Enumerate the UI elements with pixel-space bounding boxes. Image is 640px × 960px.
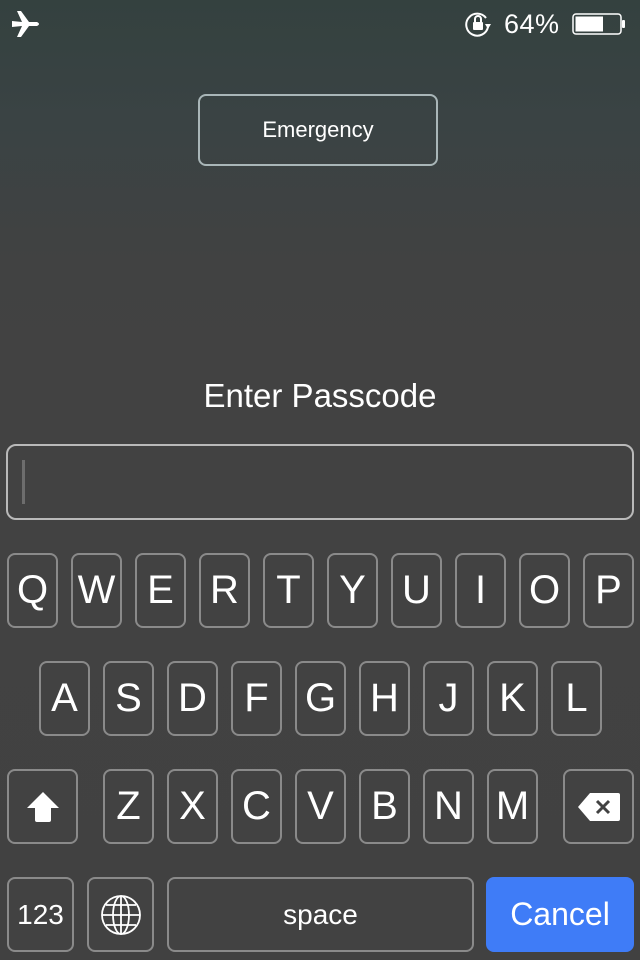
key-o-label: O xyxy=(528,568,561,612)
key-c[interactable]: C xyxy=(231,769,282,844)
passcode-input[interactable] xyxy=(6,444,634,520)
key-n-label: N xyxy=(434,784,463,828)
rotation-lock-icon xyxy=(465,12,491,37)
key-l-label: L xyxy=(565,676,588,720)
battery-percentage: 64% xyxy=(504,9,560,39)
key-e[interactable]: E xyxy=(135,553,186,628)
numbers-key[interactable]: 123 xyxy=(7,877,74,952)
key-z-label: Z xyxy=(116,784,141,828)
cancel-button[interactable]: Cancel xyxy=(486,877,634,952)
key-o[interactable]: O xyxy=(519,553,570,628)
key-t-label: T xyxy=(276,568,301,612)
battery-icon xyxy=(572,13,625,35)
key-u[interactable]: U xyxy=(391,553,442,628)
key-d-label: D xyxy=(178,676,207,720)
key-j[interactable]: J xyxy=(423,661,474,736)
shift-key[interactable] xyxy=(7,769,78,844)
key-q-label: Q xyxy=(16,568,49,612)
space-key-label: space xyxy=(283,898,358,930)
key-t[interactable]: T xyxy=(263,553,314,628)
airplane-icon xyxy=(12,11,39,37)
key-f-label: F xyxy=(244,676,269,720)
key-u-label: U xyxy=(402,568,431,612)
key-p-label: P xyxy=(595,568,622,612)
key-a[interactable]: A xyxy=(39,661,90,736)
globe-key[interactable] xyxy=(87,877,154,952)
key-k-label: K xyxy=(499,676,526,720)
key-b[interactable]: B xyxy=(359,769,410,844)
status-bar: 64% xyxy=(0,0,640,48)
key-q[interactable]: Q xyxy=(7,553,58,628)
key-a-label: A xyxy=(51,676,78,720)
key-y-label: Y xyxy=(339,568,366,612)
page-title: Enter Passcode xyxy=(203,377,437,414)
text-cursor xyxy=(22,460,25,504)
space-key[interactable]: space xyxy=(167,877,474,952)
key-p[interactable]: P xyxy=(583,553,634,628)
key-i[interactable]: I xyxy=(455,553,506,628)
emergency-button[interactable]: Emergency xyxy=(198,94,438,166)
key-f[interactable]: F xyxy=(231,661,282,736)
key-m-label: M xyxy=(495,784,530,828)
key-s-label: S xyxy=(115,676,142,720)
delete-key[interactable] xyxy=(563,769,634,844)
key-v[interactable]: V xyxy=(295,769,346,844)
key-x-label: X xyxy=(179,784,206,828)
key-v-label: V xyxy=(307,784,334,828)
key-w[interactable]: W xyxy=(71,553,122,628)
key-k[interactable]: K xyxy=(487,661,538,736)
key-y[interactable]: Y xyxy=(327,553,378,628)
shift-arrow-icon xyxy=(26,791,59,822)
key-h[interactable]: H xyxy=(359,661,410,736)
key-e-label: E xyxy=(147,568,174,612)
key-l[interactable]: L xyxy=(551,661,602,736)
key-z[interactable]: Z xyxy=(103,769,154,844)
key-j-label: J xyxy=(438,676,459,720)
key-n[interactable]: N xyxy=(423,769,474,844)
key-r-label: R xyxy=(210,568,239,612)
key-g-label: G xyxy=(304,676,337,720)
key-b-label: B xyxy=(371,784,398,828)
key-h-label: H xyxy=(370,676,399,720)
key-r[interactable]: R xyxy=(199,553,250,628)
cancel-button-label: Cancel xyxy=(510,896,610,932)
key-d[interactable]: D xyxy=(167,661,218,736)
globe-icon xyxy=(100,894,141,935)
key-m[interactable]: M xyxy=(487,769,538,844)
numbers-key-label: 123 xyxy=(17,898,64,930)
key-s[interactable]: S xyxy=(103,661,154,736)
key-w-label: W xyxy=(77,568,116,612)
key-g[interactable]: G xyxy=(295,661,346,736)
key-x[interactable]: X xyxy=(167,769,218,844)
backspace-icon xyxy=(577,792,620,821)
key-c-label: C xyxy=(242,784,271,828)
key-i-label: I xyxy=(474,568,487,612)
